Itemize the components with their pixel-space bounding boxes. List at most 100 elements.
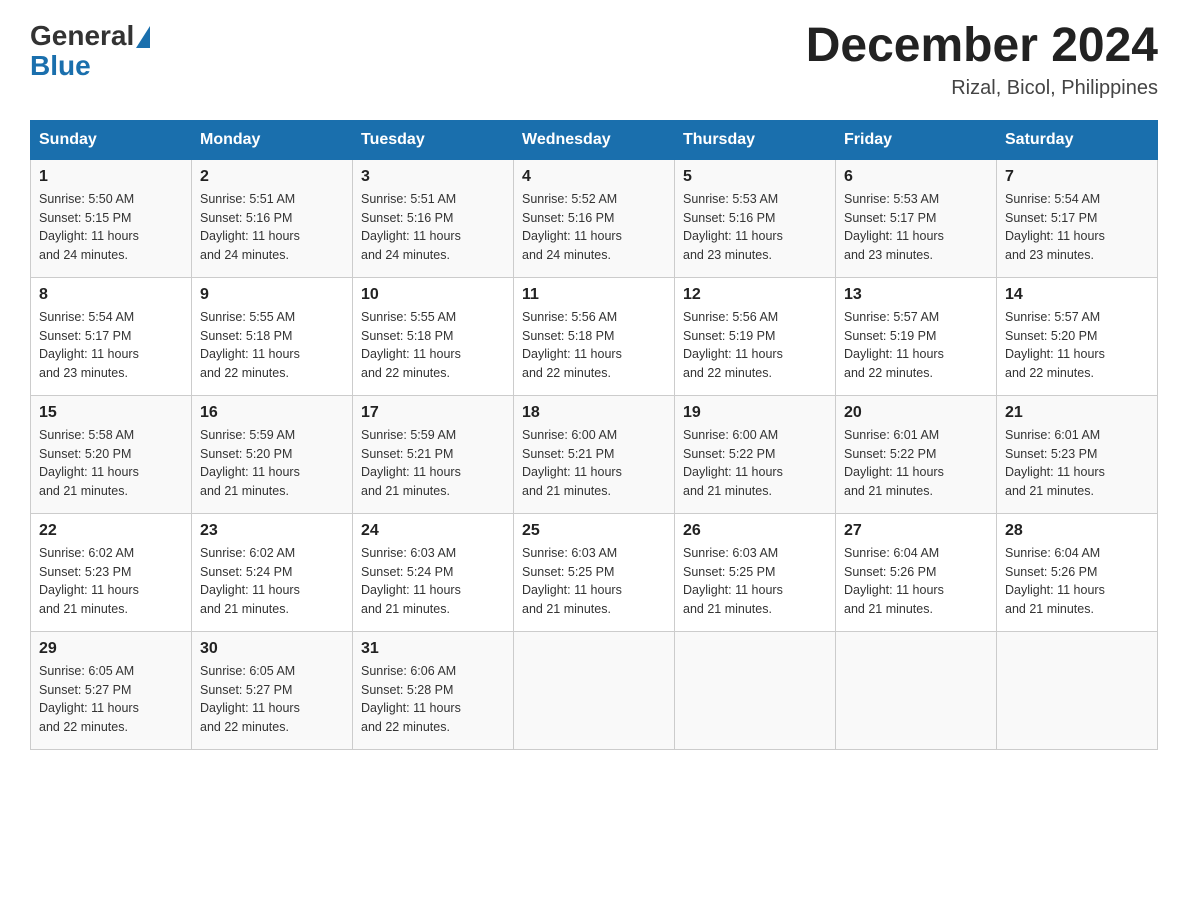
day-number: 29 [39,640,183,658]
day-info: Sunrise: 6:04 AMSunset: 5:26 PMDaylight:… [1005,544,1149,619]
day-info: Sunrise: 6:06 AMSunset: 5:28 PMDaylight:… [361,662,505,737]
calendar-cell: 16 Sunrise: 5:59 AMSunset: 5:20 PMDayligh… [192,395,353,513]
week-row-3: 15 Sunrise: 5:58 AMSunset: 5:20 PMDayligh… [31,395,1158,513]
day-number: 20 [844,404,988,422]
col-header-friday: Friday [836,120,997,159]
day-number: 9 [200,286,344,304]
calendar-cell: 27 Sunrise: 6:04 AMSunset: 5:26 PMDayligh… [836,513,997,631]
day-number: 28 [1005,522,1149,540]
calendar-table: SundayMondayTuesdayWednesdayThursdayFrid… [30,120,1158,750]
day-info: Sunrise: 5:55 AMSunset: 5:18 PMDaylight:… [361,308,505,383]
day-number: 7 [1005,168,1149,186]
calendar-cell: 8 Sunrise: 5:54 AMSunset: 5:17 PMDaylight… [31,277,192,395]
week-row-4: 22 Sunrise: 6:02 AMSunset: 5:23 PMDayligh… [31,513,1158,631]
day-number: 14 [1005,286,1149,304]
day-info: Sunrise: 5:59 AMSunset: 5:20 PMDaylight:… [200,426,344,501]
calendar-cell: 15 Sunrise: 5:58 AMSunset: 5:20 PMDayligh… [31,395,192,513]
day-info: Sunrise: 6:05 AMSunset: 5:27 PMDaylight:… [39,662,183,737]
day-number: 15 [39,404,183,422]
col-header-saturday: Saturday [997,120,1158,159]
day-info: Sunrise: 5:53 AMSunset: 5:17 PMDaylight:… [844,190,988,265]
day-number: 16 [200,404,344,422]
day-number: 1 [39,168,183,186]
day-number: 21 [1005,404,1149,422]
day-number: 12 [683,286,827,304]
calendar-cell [675,631,836,749]
calendar-cell: 26 Sunrise: 6:03 AMSunset: 5:25 PMDayligh… [675,513,836,631]
day-info: Sunrise: 5:51 AMSunset: 5:16 PMDaylight:… [200,190,344,265]
day-info: Sunrise: 6:02 AMSunset: 5:23 PMDaylight:… [39,544,183,619]
day-number: 10 [361,286,505,304]
day-info: Sunrise: 5:55 AMSunset: 5:18 PMDaylight:… [200,308,344,383]
day-info: Sunrise: 5:53 AMSunset: 5:16 PMDaylight:… [683,190,827,265]
calendar-cell: 3Sunrise: 5:51 AMSunset: 5:16 PMDaylight… [353,159,514,277]
week-row-2: 8 Sunrise: 5:54 AMSunset: 5:17 PMDaylight… [31,277,1158,395]
calendar-cell [997,631,1158,749]
day-number: 3 [361,168,505,186]
day-number: 6 [844,168,988,186]
day-number: 22 [39,522,183,540]
day-info: Sunrise: 5:54 AMSunset: 5:17 PMDaylight:… [39,308,183,383]
day-info: Sunrise: 5:54 AMSunset: 5:17 PMDaylight:… [1005,190,1149,265]
day-number: 26 [683,522,827,540]
day-info: Sunrise: 5:50 AMSunset: 5:15 PMDaylight:… [39,190,183,265]
calendar-cell: 13Sunrise: 5:57 AMSunset: 5:19 PMDayligh… [836,277,997,395]
calendar-cell: 2 Sunrise: 5:51 AMSunset: 5:16 PMDaylight… [192,159,353,277]
calendar-cell: 17 Sunrise: 5:59 AMSunset: 5:21 PMDayligh… [353,395,514,513]
location-subtitle: Rizal, Bicol, Philippines [806,77,1158,100]
day-number: 18 [522,404,666,422]
day-number: 17 [361,404,505,422]
day-number: 11 [522,286,666,304]
day-info: Sunrise: 5:59 AMSunset: 5:21 PMDaylight:… [361,426,505,501]
day-info: Sunrise: 6:01 AMSunset: 5:22 PMDaylight:… [844,426,988,501]
calendar-cell [514,631,675,749]
calendar-cell: 5Sunrise: 5:53 AMSunset: 5:16 PMDaylight… [675,159,836,277]
col-header-monday: Monday [192,120,353,159]
day-info: Sunrise: 5:57 AMSunset: 5:20 PMDaylight:… [1005,308,1149,383]
day-info: Sunrise: 5:58 AMSunset: 5:20 PMDaylight:… [39,426,183,501]
calendar-cell: 4Sunrise: 5:52 AMSunset: 5:16 PMDaylight… [514,159,675,277]
calendar-cell: 10 Sunrise: 5:55 AMSunset: 5:18 PMDayligh… [353,277,514,395]
calendar-cell: 1 Sunrise: 5:50 AMSunset: 5:15 PMDaylight… [31,159,192,277]
logo-triangle-icon [136,26,150,48]
title-area: December 2024 Rizal, Bicol, Philippines [806,20,1158,100]
day-info: Sunrise: 6:03 AMSunset: 5:25 PMDaylight:… [683,544,827,619]
calendar-header: SundayMondayTuesdayWednesdayThursdayFrid… [31,120,1158,159]
day-info: Sunrise: 6:00 AMSunset: 5:21 PMDaylight:… [522,426,666,501]
col-header-wednesday: Wednesday [514,120,675,159]
day-number: 23 [200,522,344,540]
logo-blue-text: Blue [30,52,91,80]
logo-general-text: General [30,20,134,52]
day-info: Sunrise: 5:52 AMSunset: 5:16 PMDaylight:… [522,190,666,265]
calendar-cell: 14 Sunrise: 5:57 AMSunset: 5:20 PMDayligh… [997,277,1158,395]
calendar-cell [836,631,997,749]
calendar-body: 1 Sunrise: 5:50 AMSunset: 5:15 PMDaylight… [31,159,1158,749]
calendar-cell: 22 Sunrise: 6:02 AMSunset: 5:23 PMDayligh… [31,513,192,631]
day-info: Sunrise: 6:00 AMSunset: 5:22 PMDaylight:… [683,426,827,501]
month-title: December 2024 [806,20,1158,73]
day-info: Sunrise: 6:05 AMSunset: 5:27 PMDaylight:… [200,662,344,737]
calendar-cell: 7 Sunrise: 5:54 AMSunset: 5:17 PMDaylight… [997,159,1158,277]
calendar-cell: 20 Sunrise: 6:01 AMSunset: 5:22 PMDayligh… [836,395,997,513]
calendar-cell: 29 Sunrise: 6:05 AMSunset: 5:27 PMDayligh… [31,631,192,749]
day-number: 24 [361,522,505,540]
day-number: 31 [361,640,505,658]
calendar-cell: 6 Sunrise: 5:53 AMSunset: 5:17 PMDaylight… [836,159,997,277]
day-number: 27 [844,522,988,540]
day-info: Sunrise: 6:03 AMSunset: 5:25 PMDaylight:… [522,544,666,619]
col-header-thursday: Thursday [675,120,836,159]
calendar-cell: 25 Sunrise: 6:03 AMSunset: 5:25 PMDayligh… [514,513,675,631]
day-info: Sunrise: 5:56 AMSunset: 5:19 PMDaylight:… [683,308,827,383]
day-number: 2 [200,168,344,186]
day-number: 19 [683,404,827,422]
day-info: Sunrise: 5:57 AMSunset: 5:19 PMDaylight:… [844,308,988,383]
day-info: Sunrise: 6:03 AMSunset: 5:24 PMDaylight:… [361,544,505,619]
day-number: 8 [39,286,183,304]
day-info: Sunrise: 6:04 AMSunset: 5:26 PMDaylight:… [844,544,988,619]
calendar-cell: 30 Sunrise: 6:05 AMSunset: 5:27 PMDayligh… [192,631,353,749]
calendar-cell: 24 Sunrise: 6:03 AMSunset: 5:24 PMDayligh… [353,513,514,631]
day-number: 25 [522,522,666,540]
col-header-tuesday: Tuesday [353,120,514,159]
calendar-cell: 31 Sunrise: 6:06 AMSunset: 5:28 PMDayligh… [353,631,514,749]
day-number: 30 [200,640,344,658]
